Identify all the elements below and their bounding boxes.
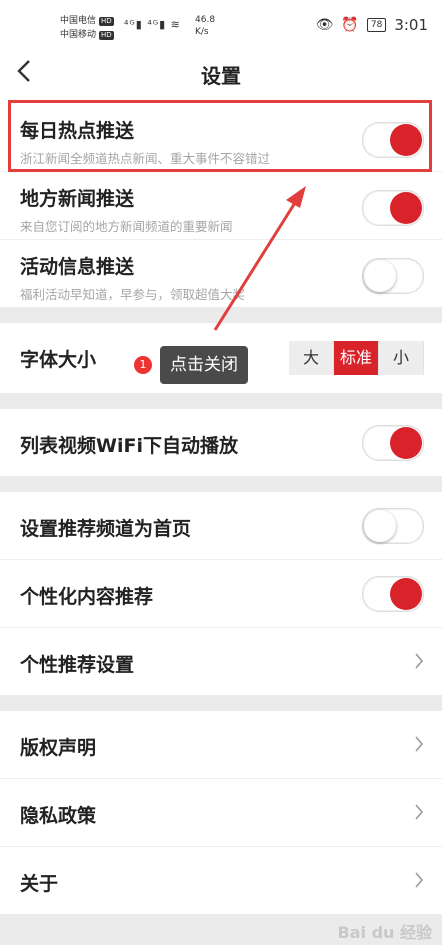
- pointer-arrow: [213, 186, 306, 331]
- callout-label: 点击关闭: [160, 346, 248, 384]
- step-badge: 1: [134, 356, 152, 374]
- watermark-logo: Bai du 经验: [337, 923, 432, 942]
